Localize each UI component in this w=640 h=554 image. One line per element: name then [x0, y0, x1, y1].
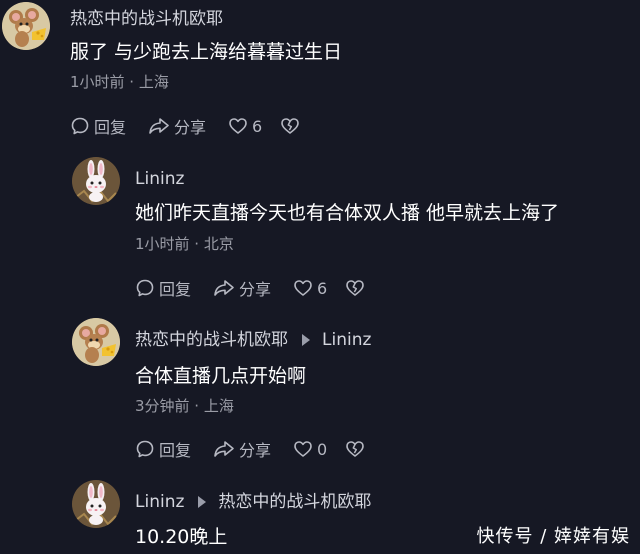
reply-arrow-icon	[198, 496, 207, 508]
broken-heart-icon	[345, 278, 365, 298]
share-icon	[213, 278, 235, 298]
like-button[interactable]: 6	[228, 116, 262, 136]
heart-icon	[293, 439, 313, 459]
username-text[interactable]: 热恋中的战斗机欧耶	[70, 8, 223, 30]
bunny-avatar[interactable]	[72, 157, 120, 205]
like-button[interactable]: 6	[293, 278, 327, 298]
comment-actions: 回复 分享 6	[70, 114, 326, 138]
comment-actions: 回复 分享 6	[135, 276, 391, 300]
share-icon	[213, 439, 235, 459]
comment-icon	[135, 439, 155, 459]
dislike-button[interactable]	[345, 439, 369, 459]
comment-meta: 1小时前 · 上海	[70, 73, 169, 91]
reply-label: 回复	[94, 118, 127, 137]
watermark: 快传号 / 婞婞有娱	[476, 526, 630, 547]
reply-label: 回复	[159, 280, 192, 299]
comment-text: 服了 与少跑去上海给暮暮过生日	[70, 41, 343, 63]
like-count: 0	[317, 439, 328, 459]
comment-username[interactable]: Lininz	[135, 168, 184, 190]
share-label: 分享	[174, 118, 207, 137]
share-label: 分享	[239, 441, 272, 460]
reply-button[interactable]: 回复	[135, 276, 191, 300]
username-text[interactable]: Lininz	[135, 168, 184, 190]
reply-to-username[interactable]: 热恋中的战斗机欧耶	[218, 491, 371, 513]
reply-label: 回复	[159, 441, 192, 460]
like-count: 6	[317, 278, 328, 298]
username-text[interactable]: 热恋中的战斗机欧耶	[135, 329, 288, 351]
jerry-mouse-avatar[interactable]	[2, 2, 50, 50]
comment-text: 她们昨天直播今天也有合体双人播 他早就去上海了	[135, 202, 560, 224]
dislike-button[interactable]	[345, 278, 369, 298]
comment-username[interactable]: Lininz 热恋中的战斗机欧耶	[135, 491, 371, 513]
reply-button[interactable]: 回复	[135, 437, 191, 461]
share-button[interactable]: 分享	[213, 437, 271, 461]
comment-username[interactable]: 热恋中的战斗机欧耶	[70, 8, 223, 30]
comment-username[interactable]: 热恋中的战斗机欧耶 Lininz	[135, 329, 371, 351]
share-button[interactable]: 分享	[213, 276, 271, 300]
comment-actions: 回复 分享 0	[135, 437, 391, 461]
reply-button[interactable]: 回复	[70, 114, 126, 138]
dislike-button[interactable]	[280, 116, 304, 136]
username-text[interactable]: Lininz	[135, 491, 184, 513]
share-button[interactable]: 分享	[148, 114, 206, 138]
heart-icon	[293, 278, 313, 298]
comment-text: 10.20晚上	[135, 526, 228, 548]
reply-arrow-icon	[302, 334, 310, 346]
bunny-avatar[interactable]	[72, 480, 120, 528]
heart-icon	[228, 116, 248, 136]
comment-text: 合体直播几点开始啊	[135, 365, 307, 387]
comment-meta: 3分钟前 · 上海	[135, 397, 234, 415]
broken-heart-icon	[280, 116, 300, 136]
comment-meta: 1小时前 · 北京	[135, 235, 234, 253]
comment-icon	[135, 278, 155, 298]
share-icon	[148, 116, 170, 136]
broken-heart-icon	[345, 439, 365, 459]
jerry-mouse-avatar[interactable]	[72, 318, 120, 366]
comment-icon	[70, 116, 90, 136]
like-button[interactable]: 0	[293, 439, 327, 459]
share-label: 分享	[239, 280, 272, 299]
like-count: 6	[252, 116, 263, 136]
reply-to-username[interactable]: Lininz	[322, 329, 371, 351]
